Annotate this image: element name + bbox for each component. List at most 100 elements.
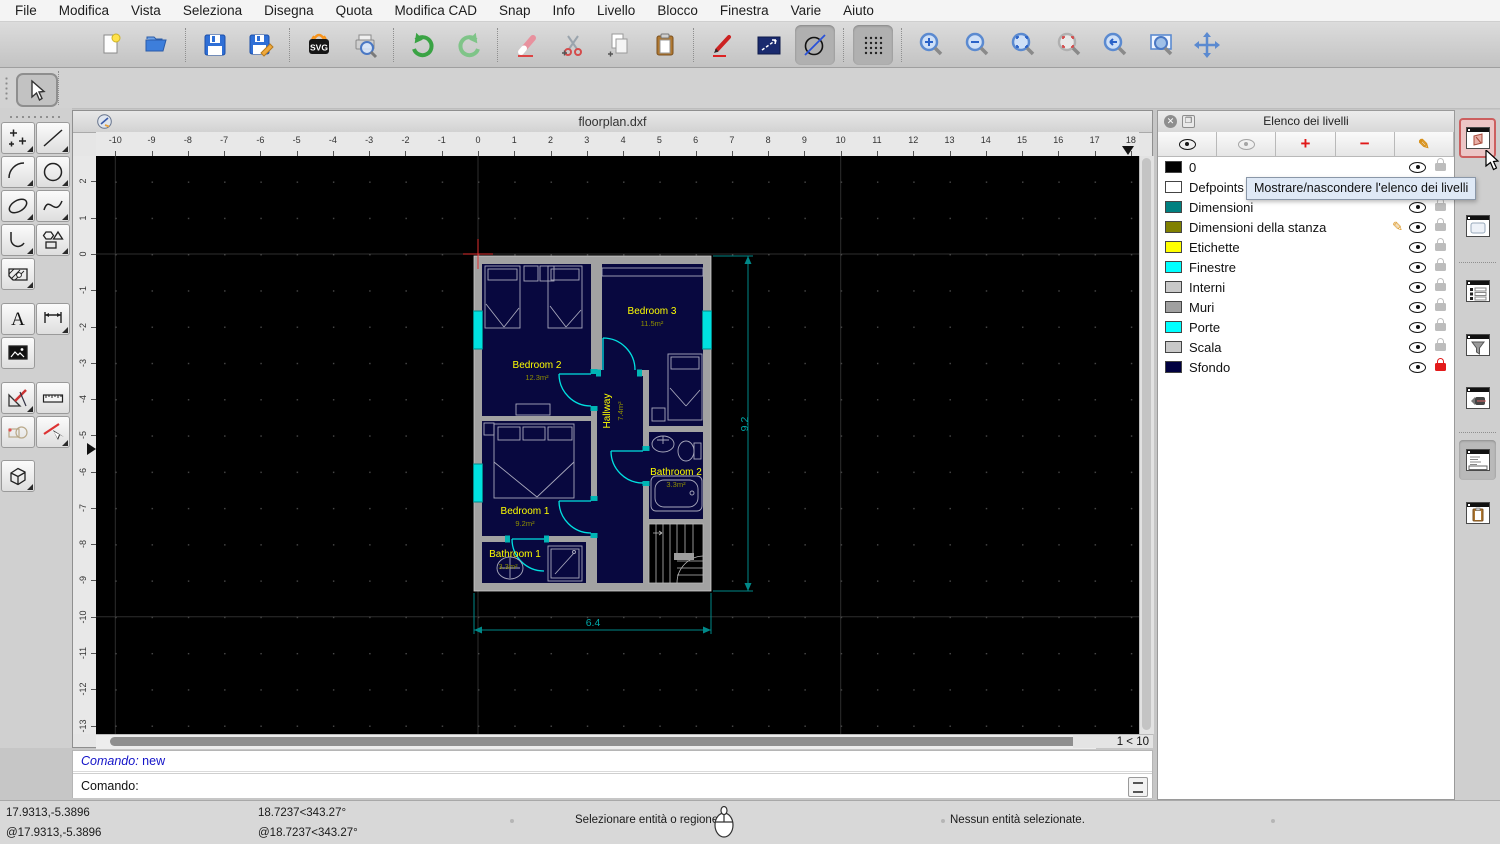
zoom-selection-button[interactable] xyxy=(1049,25,1089,65)
layer-visibility-icon[interactable] xyxy=(1409,261,1426,273)
layer-row-dimensioni-della-stanza[interactable]: Dimensioni della stanza ✎ xyxy=(1158,217,1454,237)
zoom-out-button[interactable] xyxy=(957,25,997,65)
undo-button[interactable] xyxy=(403,25,443,65)
modify-tools[interactable] xyxy=(1,382,35,414)
remove-layer-button[interactable]: − xyxy=(1335,132,1395,157)
toggle-command-line-button[interactable] xyxy=(1459,440,1496,480)
cut-button[interactable] xyxy=(553,25,593,65)
menu-item-snap[interactable]: Snap xyxy=(488,0,542,22)
paste-button[interactable] xyxy=(645,25,685,65)
eraser-button[interactable] xyxy=(507,25,547,65)
layer-visibility-icon[interactable] xyxy=(1409,221,1426,233)
distance-tool-button[interactable] xyxy=(749,25,789,65)
layer-lock-icon[interactable] xyxy=(1435,218,1446,231)
spline-tool[interactable] xyxy=(36,190,70,222)
shapes-tool[interactable] xyxy=(36,224,70,256)
toggle-clipboard-button[interactable] xyxy=(1459,493,1496,533)
menu-item-quota[interactable]: Quota xyxy=(325,0,384,22)
hatch-tool[interactable] xyxy=(1,258,35,290)
menu-item-vista[interactable]: Vista xyxy=(120,0,172,22)
measure-tool[interactable] xyxy=(36,382,70,414)
menu-item-livello[interactable]: Livello xyxy=(586,0,646,22)
layer-lock-icon[interactable] xyxy=(1435,158,1446,171)
layer-lock-icon[interactable] xyxy=(1435,198,1446,211)
drawing-canvas[interactable]: Bedroom 2 12.3m² Bedroom 3 11.5m² Hallwa… xyxy=(96,156,1139,734)
points-tool[interactable] xyxy=(1,122,35,154)
layer-visibility-icon[interactable] xyxy=(1409,361,1426,373)
menu-item-blocco[interactable]: Blocco xyxy=(646,0,709,22)
menu-item-aiuto[interactable]: Aiuto xyxy=(832,0,885,22)
menu-item-file[interactable]: File xyxy=(4,0,48,22)
layer-row-porte[interactable]: Porte xyxy=(1158,317,1454,337)
view-3d-tool[interactable] xyxy=(1,460,35,492)
selection-pointer-button[interactable] xyxy=(16,73,58,107)
toggle-library-browser-button[interactable] xyxy=(1459,378,1496,418)
grid-toggle-button[interactable] xyxy=(853,24,893,65)
layer-row-etichette[interactable]: Etichette xyxy=(1158,237,1454,257)
menu-item-modifica[interactable]: Modifica xyxy=(48,0,120,22)
menu-item-disegna[interactable]: Disegna xyxy=(253,0,325,22)
circle-tool-button[interactable] xyxy=(795,24,835,65)
layer-lock-icon[interactable] xyxy=(1435,238,1446,251)
layer-row-dimensioni[interactable]: Dimensioni xyxy=(1158,197,1454,217)
zoom-in-button[interactable] xyxy=(911,25,951,65)
save-button[interactable] xyxy=(195,25,235,65)
layer-visibility-icon[interactable] xyxy=(1409,341,1426,353)
menu-item-finestra[interactable]: Finestra xyxy=(709,0,780,22)
layer-row-interni[interactable]: Interni xyxy=(1158,277,1454,297)
zoom-previous-button[interactable] xyxy=(1095,25,1135,65)
toolbar-drag-handle[interactable] xyxy=(4,76,10,100)
zoom-window-button[interactable] xyxy=(1141,25,1181,65)
layer-visibility-icon[interactable] xyxy=(1409,301,1426,313)
text-tool[interactable]: A xyxy=(1,303,35,335)
ellipse-tool[interactable] xyxy=(1,190,35,222)
add-layer-button[interactable]: + xyxy=(1276,132,1336,157)
layer-panel-header[interactable]: ✕ ❐ Elenco dei livelli xyxy=(1158,111,1454,133)
layer-row-0[interactable]: 0 xyxy=(1158,157,1454,177)
layer-lock-icon[interactable] xyxy=(1435,338,1446,351)
layer-visibility-icon[interactable] xyxy=(1409,321,1426,333)
layer-lock-icon[interactable] xyxy=(1435,278,1446,291)
command-input[interactable] xyxy=(142,775,1152,797)
layer-row-sfondo[interactable]: Sfondo xyxy=(1158,357,1454,377)
layer-lock-icon[interactable] xyxy=(1435,258,1446,271)
layer-visibility-icon[interactable] xyxy=(1409,241,1426,253)
palette-drag-handle[interactable] xyxy=(8,114,64,119)
draw-pencil-button[interactable] xyxy=(703,25,743,65)
layer-row-muri[interactable]: Muri xyxy=(1158,297,1454,317)
toggle-selection-filter-button[interactable] xyxy=(1459,325,1496,365)
open-file-button[interactable] xyxy=(137,25,177,65)
layer-visibility-icon[interactable] xyxy=(1409,281,1426,293)
layer-visibility-icon[interactable] xyxy=(1409,201,1426,213)
image-tool[interactable] xyxy=(1,337,35,369)
layer-row-scala[interactable]: Scala xyxy=(1158,337,1454,357)
new-document-button[interactable] xyxy=(91,25,131,65)
menu-item-info[interactable]: Info xyxy=(542,0,587,22)
horizontal-scrollbar[interactable] xyxy=(96,734,1096,749)
layer-lock-icon[interactable] xyxy=(1435,298,1446,311)
arc-tool[interactable] xyxy=(1,156,35,188)
pan-button[interactable] xyxy=(1187,25,1227,65)
toggle-property-editor-button[interactable] xyxy=(1459,206,1496,246)
modify-shape-tool[interactable] xyxy=(1,416,35,448)
layer-visibility-icon[interactable] xyxy=(1409,161,1426,173)
layer-row-finestre[interactable]: Finestre xyxy=(1158,257,1454,277)
toggle-block-list-button[interactable] xyxy=(1459,271,1496,311)
copy-button[interactable] xyxy=(599,25,639,65)
menu-item-modifica-cad[interactable]: Modifica CAD xyxy=(383,0,488,22)
command-expand-button[interactable] xyxy=(1128,777,1148,797)
line-tool[interactable] xyxy=(36,122,70,154)
save-as-button[interactable] xyxy=(241,25,281,65)
hide-all-layers-button[interactable] xyxy=(1217,132,1277,157)
print-preview-button[interactable] xyxy=(345,25,385,65)
layer-lock-icon[interactable] xyxy=(1435,358,1446,371)
drawing-window-titlebar[interactable]: floorplan.dxf xyxy=(73,111,1152,133)
vertical-scrollbar[interactable] xyxy=(1139,156,1154,734)
edit-layer-button[interactable]: ✎ xyxy=(1394,132,1455,157)
menu-item-varie[interactable]: Varie xyxy=(780,0,833,22)
delete-tool[interactable] xyxy=(36,416,70,448)
svg-export-button[interactable]: SVG xyxy=(299,25,339,65)
polyline-tool[interactable] xyxy=(1,224,35,256)
zoom-auto-button[interactable] xyxy=(1003,25,1043,65)
show-all-layers-button[interactable] xyxy=(1158,132,1218,157)
